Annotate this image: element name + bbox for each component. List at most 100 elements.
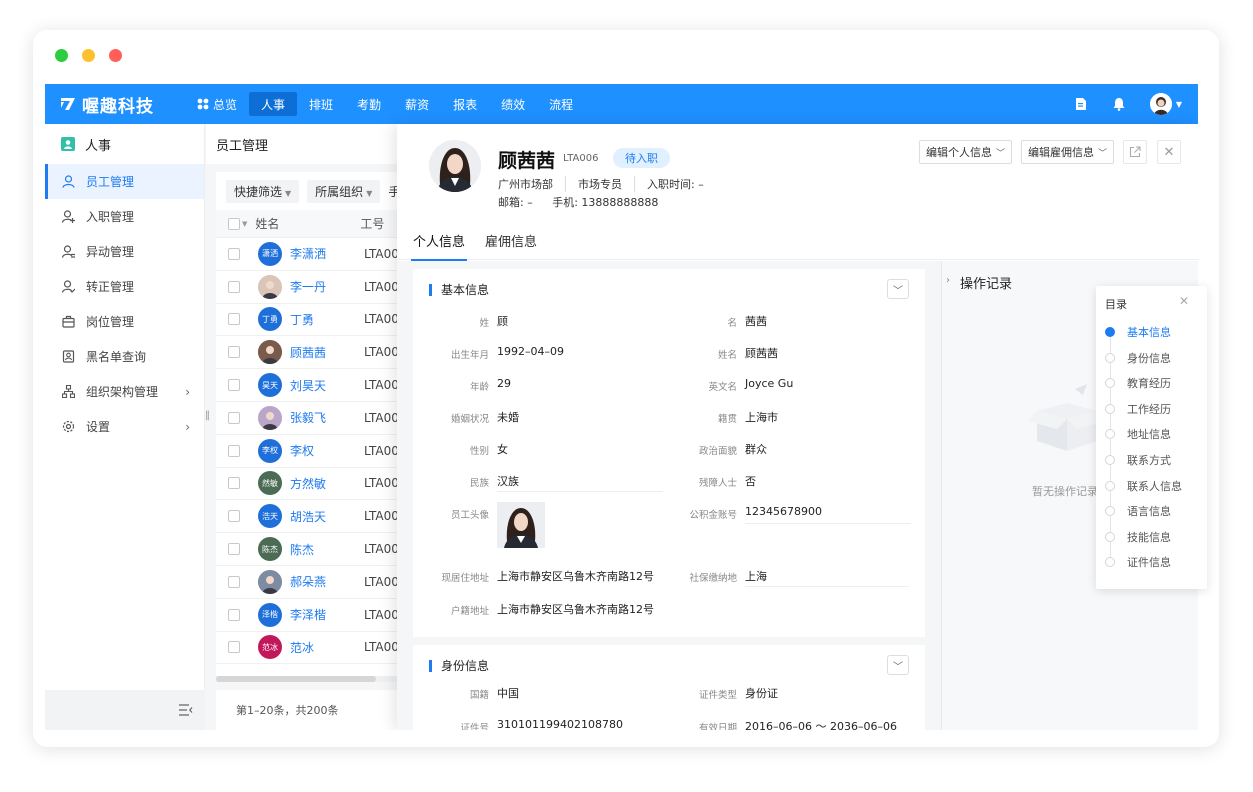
resize-handle[interactable]: ‖ <box>205 410 211 421</box>
employee-number: LTA00 <box>364 574 399 589</box>
table-row[interactable]: 昊天 刘昊天 LTA00 <box>216 369 406 402</box>
field-label: 公积金账号 <box>689 510 737 521</box>
table-row[interactable]: 范冰 范冰 LTA00 <box>216 632 406 665</box>
chevron-right-icon[interactable]: › <box>946 275 950 286</box>
table-row[interactable]: 陈杰 陈杰 LTA00 <box>216 533 406 566</box>
field-value: Joyce Gu <box>745 377 794 390</box>
nav-overview[interactable]: 总览 <box>185 84 249 124</box>
employee-name-link[interactable]: 李权 <box>290 442 364 459</box>
toc-item[interactable]: 教育经历 <box>1105 375 1171 391</box>
collapse-button[interactable]: ﹀ <box>887 655 909 675</box>
employee-name-link[interactable]: 方然敏 <box>290 475 364 492</box>
sidebar-item-org-chart[interactable]: 组织架构管理 › <box>45 374 204 409</box>
row-checkbox[interactable] <box>228 280 240 293</box>
toc-item[interactable]: 联系方式 <box>1105 452 1171 468</box>
toc-item[interactable]: 联系人信息 <box>1105 478 1182 494</box>
employee-avatar-thumbnail[interactable] <box>497 502 545 548</box>
nav-attendance[interactable]: 考勤 <box>345 84 393 124</box>
row-checkbox[interactable] <box>228 608 240 621</box>
employee-name-link[interactable]: 郝朵燕 <box>290 573 364 590</box>
toc-item[interactable]: 工作经历 <box>1105 401 1171 417</box>
row-checkbox[interactable] <box>228 313 240 326</box>
row-checkbox[interactable] <box>228 641 240 654</box>
table-row[interactable]: 李权 李权 LTA00 <box>216 435 406 468</box>
row-checkbox[interactable] <box>228 444 240 457</box>
row-checkbox[interactable] <box>228 477 240 490</box>
sidebar-item-positions[interactable]: 岗位管理 <box>45 304 204 339</box>
row-checkbox[interactable] <box>228 543 240 556</box>
toc-item[interactable]: 基本信息 <box>1105 324 1171 340</box>
tab-employment-info[interactable]: 雇佣信息 <box>485 220 537 260</box>
close-button[interactable]: ✕ <box>1157 140 1181 164</box>
nav-hr[interactable]: 人事 <box>249 92 298 116</box>
toc-item[interactable]: 身份信息 <box>1105 350 1171 366</box>
table-row[interactable]: 浩天 胡浩天 LTA00 <box>216 500 406 534</box>
sidebar-item-transfer[interactable]: 异动管理 <box>45 234 204 269</box>
open-external-button[interactable] <box>1123 140 1147 164</box>
table-row[interactable]: 顾茜茜 LTA00 <box>216 336 406 370</box>
table-row[interactable]: 丁勇 丁勇 LTA00 <box>216 304 406 337</box>
collapse-button[interactable]: ﹀ <box>887 279 909 299</box>
row-checkbox[interactable] <box>228 346 240 359</box>
table-row[interactable]: 张毅飞 LTA00 <box>216 402 406 435</box>
close-icon[interactable]: ✕ <box>1179 294 1189 308</box>
table-row[interactable]: 李一丹 LTA00 <box>216 271 406 304</box>
nav-salary[interactable]: 薪资 <box>393 84 441 124</box>
table-row[interactable]: 然敏 方然敏 LTA00 <box>216 468 406 501</box>
table-row[interactable]: 泽楷 李泽楷 LTA00 <box>216 599 406 632</box>
employee-name-link[interactable]: 李潇洒 <box>290 245 364 262</box>
employee-name-link[interactable]: 李泽楷 <box>290 606 364 623</box>
sidebar-item-blacklist[interactable]: 黑名单查询 <box>45 339 204 374</box>
nav-label: 考勤 <box>357 97 382 112</box>
brand-logo[interactable]: 喔趣科技 <box>60 92 185 117</box>
row-checkbox[interactable] <box>228 379 240 392</box>
edit-employment-button[interactable]: 编辑雇佣信息 ﹀ <box>1021 140 1115 164</box>
employee-name-link[interactable]: 胡浩天 <box>290 508 364 525</box>
user-menu[interactable]: ▼ <box>1149 93 1182 115</box>
sidebar-item-employees[interactable]: 员工管理 <box>45 164 204 199</box>
employee-name-link[interactable]: 丁勇 <box>290 311 364 328</box>
row-checkbox[interactable] <box>228 411 240 424</box>
employee-name-link[interactable]: 刘昊天 <box>290 377 364 394</box>
tab-personal-info[interactable]: 个人信息 <box>410 220 468 261</box>
sidebar-item-settings[interactable]: 设置 › <box>45 409 204 444</box>
quick-filter-dropdown[interactable]: 快捷筛选 ▼ <box>226 179 300 203</box>
nav-label: 总览 <box>213 97 238 112</box>
sidebar-collapse-button[interactable] <box>45 690 205 730</box>
employee-name-link[interactable]: 李一丹 <box>290 278 364 295</box>
toc-item[interactable]: 证件信息 <box>1105 554 1171 570</box>
nav-label: 排班 <box>309 97 334 112</box>
select-all-checkbox[interactable] <box>228 217 240 230</box>
nav-performance[interactable]: 绩效 <box>489 84 537 124</box>
org-filter-dropdown[interactable]: 所属组织 ▼ <box>307 179 381 203</box>
row-checkbox[interactable] <box>228 247 240 260</box>
toc-item[interactable]: 技能信息 <box>1105 529 1171 545</box>
minimize-dot[interactable] <box>55 49 68 62</box>
table-row[interactable]: 郝朵燕 LTA00 <box>216 566 406 599</box>
sidebar-item-regularization[interactable]: 转正管理 <box>45 269 204 304</box>
toc-item-label: 基本信息 <box>1127 326 1171 339</box>
toc-item[interactable]: 语言信息 <box>1105 503 1171 519</box>
sidebar-item-onboarding[interactable]: 入职管理 <box>45 199 204 234</box>
nav-schedule[interactable]: 排班 <box>297 84 345 124</box>
edit-personal-button[interactable]: 编辑个人信息 ﹀ <box>919 140 1013 164</box>
employee-name-link[interactable]: 范冰 <box>290 639 364 656</box>
table-row[interactable]: 潇洒 李潇洒 LTA00 <box>216 238 406 271</box>
maximize-dot[interactable] <box>82 49 95 62</box>
chevron-right-icon: › <box>185 384 190 399</box>
document-icon[interactable] <box>1074 97 1088 111</box>
close-dot[interactable] <box>109 49 122 62</box>
caret-down-icon[interactable]: ▼ <box>242 220 247 228</box>
field-value: 否 <box>745 475 756 488</box>
employee-name-link[interactable]: 张毅飞 <box>290 409 364 426</box>
row-checkbox[interactable] <box>228 575 240 588</box>
nav-workflow[interactable]: 流程 <box>537 84 585 124</box>
employee-name-link[interactable]: 陈杰 <box>290 541 364 558</box>
toc-dot <box>1105 455 1115 465</box>
horizontal-scrollbar[interactable] <box>216 676 406 682</box>
row-checkbox[interactable] <box>228 510 240 523</box>
nav-reports[interactable]: 报表 <box>441 84 489 124</box>
bell-icon[interactable] <box>1112 97 1126 111</box>
toc-item[interactable]: 地址信息 <box>1105 426 1171 442</box>
employee-name-link[interactable]: 顾茜茜 <box>290 344 364 361</box>
